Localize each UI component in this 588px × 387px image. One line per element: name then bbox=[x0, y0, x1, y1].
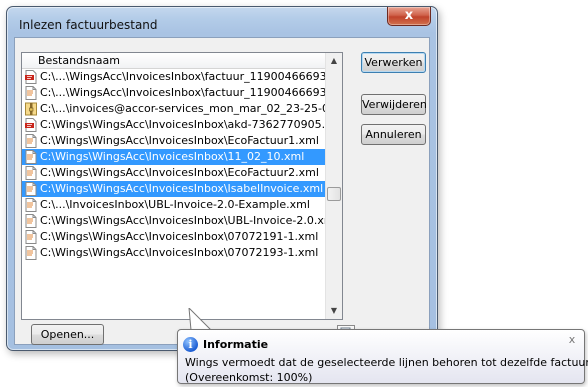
xml-file-icon bbox=[24, 198, 38, 212]
scroll-down-icon[interactable]: ▼ bbox=[326, 303, 342, 319]
file-name: C:\Wings\WingsAcc\InvoicesInbox\07072193… bbox=[40, 246, 319, 259]
xml-file-icon bbox=[24, 230, 38, 244]
file-name: C:\Wings\WingsAcc\InvoicesInbox\11_02_10… bbox=[40, 150, 305, 163]
info-icon: i bbox=[183, 337, 198, 352]
info-balloon: i Informatie x Wings vermoedt dat de ges… bbox=[177, 329, 588, 384]
column-header-label: Bestandsnaam bbox=[38, 54, 120, 67]
file-name: C:\...\invoices@accor-services_mon_mar_0… bbox=[40, 102, 343, 115]
file-row[interactable]: C:\Wings\WingsAcc\InvoicesInbox\IsabelIn… bbox=[22, 181, 325, 197]
vertical-scrollbar[interactable]: ▲ ▼ bbox=[325, 53, 342, 319]
dialog-body: Bestandsnaam C:\...\WingsAcc\InvoicesInb… bbox=[14, 37, 430, 345]
remove-button[interactable]: Verwijderen bbox=[361, 94, 427, 115]
window-title: Inlezen factuurbestand bbox=[19, 18, 158, 32]
xml-file-icon bbox=[24, 86, 38, 100]
file-row[interactable]: C:\Wings\WingsAcc\InvoicesInbox\akd-7362… bbox=[22, 117, 342, 133]
file-row[interactable]: C:\Wings\WingsAcc\InvoicesInbox\07072191… bbox=[22, 229, 325, 245]
file-rows: C:\...\WingsAcc\InvoicesInbox\factuur_11… bbox=[22, 69, 342, 261]
xml-file-icon bbox=[24, 214, 38, 228]
file-name: C:\Wings\WingsAcc\InvoicesInbox\UBL-Invo… bbox=[40, 214, 338, 227]
archive-file-icon bbox=[24, 102, 38, 116]
title-bar[interactable]: Inlezen factuurbestand x bbox=[7, 7, 437, 35]
scroll-thumb[interactable] bbox=[327, 187, 341, 201]
pdf-file-icon bbox=[24, 70, 38, 84]
file-row[interactable]: C:\Wings\WingsAcc\InvoicesInbox\EcoFactu… bbox=[22, 133, 325, 149]
file-name: C:\Wings\WingsAcc\InvoicesInbox\EcoFactu… bbox=[40, 134, 319, 147]
file-row[interactable]: C:\...\WingsAcc\InvoicesInbox\factuur_11… bbox=[22, 69, 342, 85]
file-row[interactable]: C:\...\WingsAcc\InvoicesInbox\factuur_11… bbox=[22, 85, 342, 101]
balloon-message: Wings vermoedt dat de geselecteerde lijn… bbox=[185, 356, 588, 369]
xml-file-icon bbox=[24, 134, 38, 148]
file-row[interactable]: C:\Wings\WingsAcc\InvoicesInbox\07072193… bbox=[22, 245, 325, 261]
file-name: C:\...\WingsAcc\InvoicesInbox\factuur_11… bbox=[40, 70, 343, 83]
file-row[interactable]: C:\...\InvoicesInbox\UBL-Invoice-2.0-Exa… bbox=[22, 197, 325, 213]
balloon-title: Informatie bbox=[203, 338, 269, 351]
invoice-import-dialog: Inlezen factuurbestand x Bestandsnaam C:… bbox=[6, 6, 438, 351]
xml-file-icon bbox=[24, 150, 38, 164]
file-name: C:\Wings\WingsAcc\InvoicesInbox\akd-7362… bbox=[40, 118, 343, 131]
file-list[interactable]: Bestandsnaam C:\...\WingsAcc\InvoicesInb… bbox=[21, 52, 343, 320]
xml-file-icon bbox=[24, 166, 38, 180]
xml-file-icon bbox=[24, 246, 38, 260]
process-button[interactable]: Verwerken bbox=[361, 52, 426, 73]
scroll-up-icon[interactable]: ▲ bbox=[326, 53, 342, 69]
close-icon: x bbox=[404, 8, 414, 23]
file-name: C:\Wings\WingsAcc\InvoicesInbox\07072191… bbox=[40, 230, 319, 243]
file-name: C:\...\InvoicesInbox\UBL-Invoice-2.0-Exa… bbox=[40, 198, 310, 211]
cancel-button[interactable]: Annuleren bbox=[361, 124, 426, 145]
balloon-detail: (Overeenkomst: 100%) bbox=[185, 371, 313, 384]
file-row[interactable]: C:\Wings\WingsAcc\InvoicesInbox\11_02_10… bbox=[22, 149, 325, 165]
file-row[interactable]: C:\Wings\WingsAcc\InvoicesInbox\UBL-Invo… bbox=[22, 213, 338, 229]
open-button[interactable]: Openen... bbox=[31, 324, 104, 345]
balloon-close-icon[interactable]: x bbox=[566, 334, 578, 346]
balloon-pointer bbox=[188, 308, 213, 331]
close-window-button[interactable]: x bbox=[387, 7, 431, 26]
pdf-file-icon bbox=[24, 118, 38, 132]
xml-file-icon bbox=[24, 182, 38, 196]
file-name: C:\...\WingsAcc\InvoicesInbox\factuur_11… bbox=[40, 86, 343, 99]
file-row[interactable]: C:\...\invoices@accor-services_mon_mar_0… bbox=[22, 101, 342, 117]
file-name: C:\Wings\WingsAcc\InvoicesInbox\IsabelIn… bbox=[40, 182, 324, 195]
file-row[interactable]: C:\Wings\WingsAcc\InvoicesInbox\EcoFactu… bbox=[22, 165, 325, 181]
file-name: C:\Wings\WingsAcc\InvoicesInbox\EcoFactu… bbox=[40, 166, 319, 179]
column-header-filename[interactable]: Bestandsnaam bbox=[22, 53, 325, 69]
